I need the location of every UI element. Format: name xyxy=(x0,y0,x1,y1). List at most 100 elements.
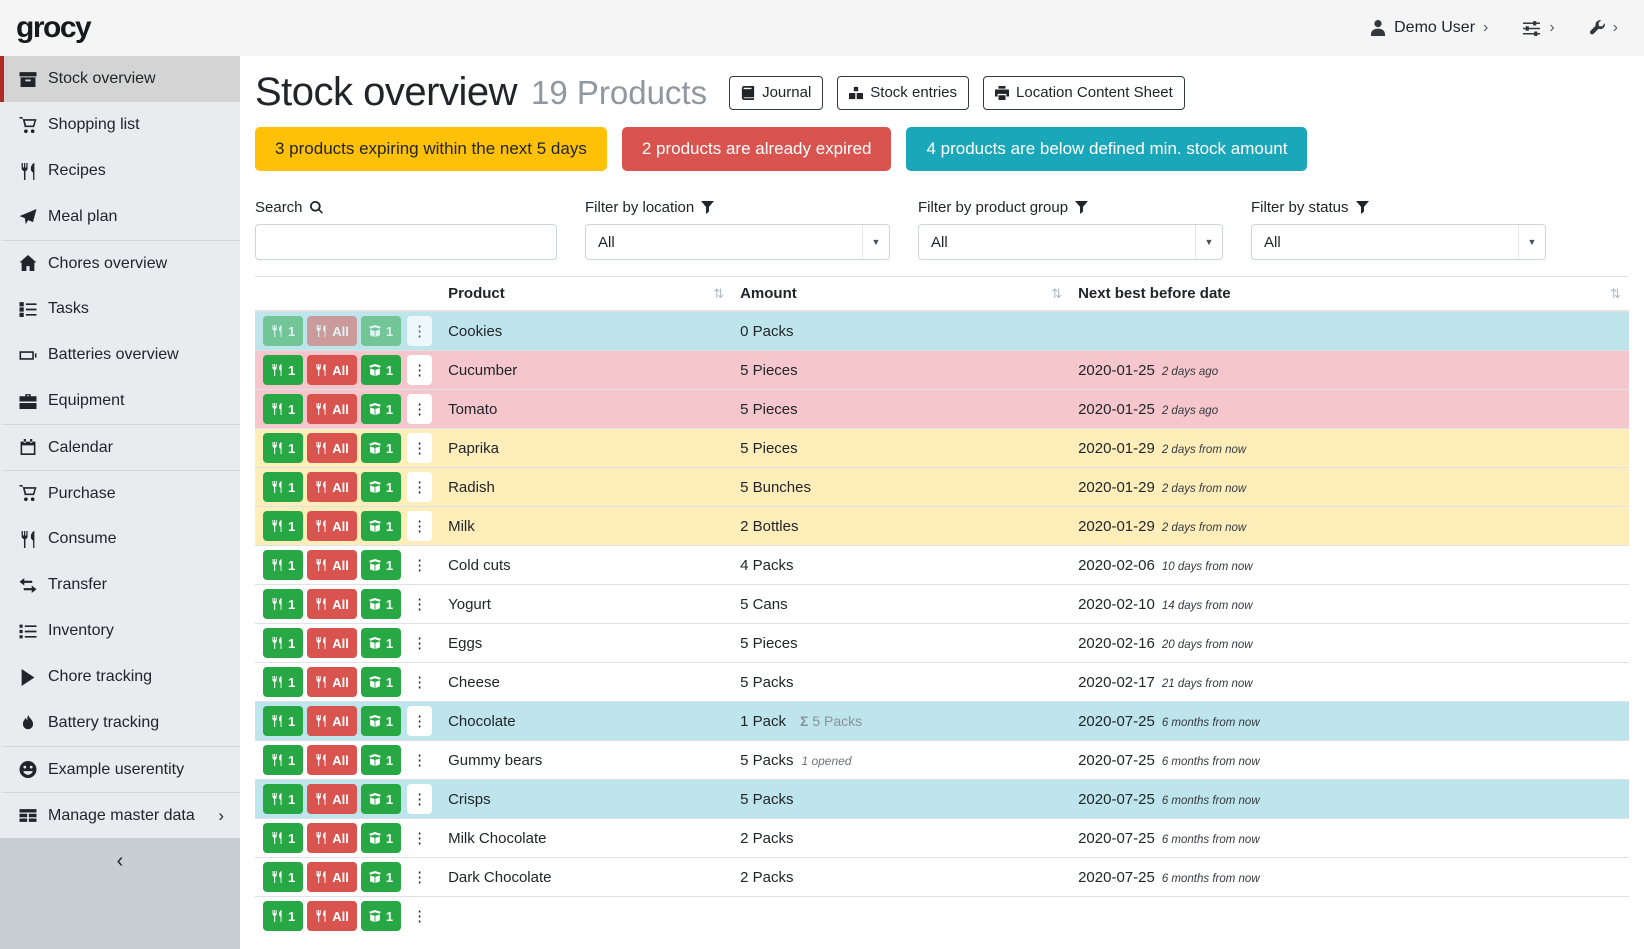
search-input[interactable] xyxy=(255,224,557,260)
consume-one-button[interactable]: 1 xyxy=(263,628,303,658)
sidebar-item-meal-plan[interactable]: Meal plan xyxy=(0,194,240,240)
row-menu-button[interactable]: ⋮ xyxy=(407,433,432,463)
open-one-button[interactable]: 1 xyxy=(361,901,401,931)
row-menu-button[interactable]: ⋮ xyxy=(407,511,432,541)
row-menu-button[interactable]: ⋮ xyxy=(407,550,432,580)
consume-all-button[interactable]: All xyxy=(307,862,357,892)
sidebar-item-stock-overview[interactable]: Stock overview xyxy=(0,56,240,102)
location-content-sheet-button[interactable]: Location Content Sheet xyxy=(983,76,1185,110)
consume-one-button[interactable]: 1 xyxy=(263,589,303,619)
sidebar-item-equipment[interactable]: Equipment xyxy=(0,378,240,424)
open-one-button[interactable]: 1 xyxy=(361,706,401,736)
row-menu-button[interactable]: ⋮ xyxy=(407,784,432,814)
consume-one-button[interactable]: 1 xyxy=(263,511,303,541)
consume-one-button[interactable]: 1 xyxy=(263,355,303,385)
consume-one-button[interactable]: 1 xyxy=(263,316,303,346)
open-one-button[interactable]: 1 xyxy=(361,784,401,814)
consume-one-button[interactable]: 1 xyxy=(263,784,303,814)
row-menu-button[interactable]: ⋮ xyxy=(407,901,432,931)
sidebar-item-manage-master-data[interactable]: Manage master data › xyxy=(0,792,240,838)
consume-all-button[interactable]: All xyxy=(307,706,357,736)
consume-all-button[interactable]: All xyxy=(307,355,357,385)
row-menu-button[interactable]: ⋮ xyxy=(407,628,432,658)
row-menu-button[interactable]: ⋮ xyxy=(407,706,432,736)
consume-all-button[interactable]: All xyxy=(307,472,357,502)
consume-all-button[interactable]: All xyxy=(307,394,357,424)
consume-one-button[interactable]: 1 xyxy=(263,667,303,697)
open-one-button[interactable]: 1 xyxy=(361,667,401,697)
product-group-filter-select[interactable]: All ▼ xyxy=(918,224,1223,260)
consume-all-button[interactable]: All xyxy=(307,667,357,697)
sidebar-item-calendar[interactable]: Calendar xyxy=(0,424,240,470)
consume-all-button[interactable]: All xyxy=(307,589,357,619)
admin-menu[interactable]: › xyxy=(1589,19,1618,37)
open-one-button[interactable]: 1 xyxy=(361,472,401,502)
row-menu-button[interactable]: ⋮ xyxy=(407,745,432,775)
consume-one-button[interactable]: 1 xyxy=(263,550,303,580)
consume-one-button[interactable]: 1 xyxy=(263,394,303,424)
consume-all-button[interactable]: All xyxy=(307,823,357,853)
journal-button[interactable]: Journal xyxy=(729,76,823,110)
row-menu-button[interactable]: ⋮ xyxy=(407,316,432,346)
consume-all-button[interactable]: All xyxy=(307,316,357,346)
alert-below-min-stock[interactable]: 4 products are below defined min. stock … xyxy=(906,127,1307,171)
sidebar-item-shopping-list[interactable]: Shopping list xyxy=(0,102,240,148)
settings-menu[interactable]: › xyxy=(1522,19,1554,37)
stock-entries-button[interactable]: Stock entries xyxy=(837,76,969,110)
open-one-button[interactable]: 1 xyxy=(361,511,401,541)
alert-expiring-soon[interactable]: 3 products expiring within the next 5 da… xyxy=(255,127,607,171)
consume-one-button[interactable]: 1 xyxy=(263,745,303,775)
sidebar-item-battery-tracking[interactable]: Battery tracking xyxy=(0,700,240,746)
open-one-button[interactable]: 1 xyxy=(361,433,401,463)
consume-one-button[interactable]: 1 xyxy=(263,823,303,853)
consume-one-button[interactable]: 1 xyxy=(263,706,303,736)
consume-all-button[interactable]: All xyxy=(307,628,357,658)
open-one-button[interactable]: 1 xyxy=(361,628,401,658)
open-one-button[interactable]: 1 xyxy=(361,745,401,775)
sidebar-item-transfer[interactable]: Transfer xyxy=(0,562,240,608)
column-header-amount[interactable]: Amount ⇅ xyxy=(732,277,1070,312)
app-logo[interactable]: grocy xyxy=(16,11,90,45)
sidebar-collapse-button[interactable]: ‹ xyxy=(0,838,240,949)
sidebar-item-batteries-overview[interactable]: Batteries overview xyxy=(0,332,240,378)
sidebar-item-consume[interactable]: Consume xyxy=(0,516,240,562)
consume-all-button[interactable]: All xyxy=(307,901,357,931)
consume-all-button[interactable]: All xyxy=(307,433,357,463)
sidebar-item-purchase[interactable]: Purchase xyxy=(0,470,240,516)
consume-one-button[interactable]: 1 xyxy=(263,862,303,892)
open-one-button[interactable]: 1 xyxy=(361,355,401,385)
status-filter-select[interactable]: All ▼ xyxy=(1251,224,1546,260)
sidebar-item-tasks[interactable]: Tasks xyxy=(0,286,240,332)
row-menu-button[interactable]: ⋮ xyxy=(407,355,432,385)
consume-all-button[interactable]: All xyxy=(307,784,357,814)
consume-all-button[interactable]: All xyxy=(307,745,357,775)
consume-all-button[interactable]: All xyxy=(307,550,357,580)
row-menu-button[interactable]: ⋮ xyxy=(407,862,432,892)
sidebar-item-recipes[interactable]: Recipes xyxy=(0,148,240,194)
row-menu-button[interactable]: ⋮ xyxy=(407,394,432,424)
row-menu-button[interactable]: ⋮ xyxy=(407,472,432,502)
alert-expired[interactable]: 2 products are already expired xyxy=(622,127,892,171)
sidebar-item-example-userentity[interactable]: Example userentity xyxy=(0,746,240,792)
date-relative: 21 days from now xyxy=(1162,678,1253,690)
consume-one-button[interactable]: 1 xyxy=(263,433,303,463)
row-menu-button[interactable]: ⋮ xyxy=(407,667,432,697)
user-menu[interactable]: Demo User › xyxy=(1370,19,1488,37)
open-one-button[interactable]: 1 xyxy=(361,316,401,346)
open-one-button[interactable]: 1 xyxy=(361,862,401,892)
sidebar-item-chore-tracking[interactable]: Chore tracking xyxy=(0,654,240,700)
consume-one-button[interactable]: 1 xyxy=(263,901,303,931)
consume-all-button[interactable]: All xyxy=(307,511,357,541)
open-one-button[interactable]: 1 xyxy=(361,394,401,424)
open-one-button[interactable]: 1 xyxy=(361,550,401,580)
consume-one-button[interactable]: 1 xyxy=(263,472,303,502)
open-one-button[interactable]: 1 xyxy=(361,823,401,853)
location-filter-select[interactable]: All ▼ xyxy=(585,224,890,260)
column-header-best-before[interactable]: Next best before date ⇅ xyxy=(1070,277,1629,312)
column-header-product[interactable]: Product ⇅ xyxy=(440,277,732,312)
sidebar-item-inventory[interactable]: Inventory xyxy=(0,608,240,654)
sidebar-item-chores-overview[interactable]: Chores overview xyxy=(0,240,240,286)
open-one-button[interactable]: 1 xyxy=(361,589,401,619)
row-menu-button[interactable]: ⋮ xyxy=(407,589,432,619)
row-menu-button[interactable]: ⋮ xyxy=(407,823,432,853)
